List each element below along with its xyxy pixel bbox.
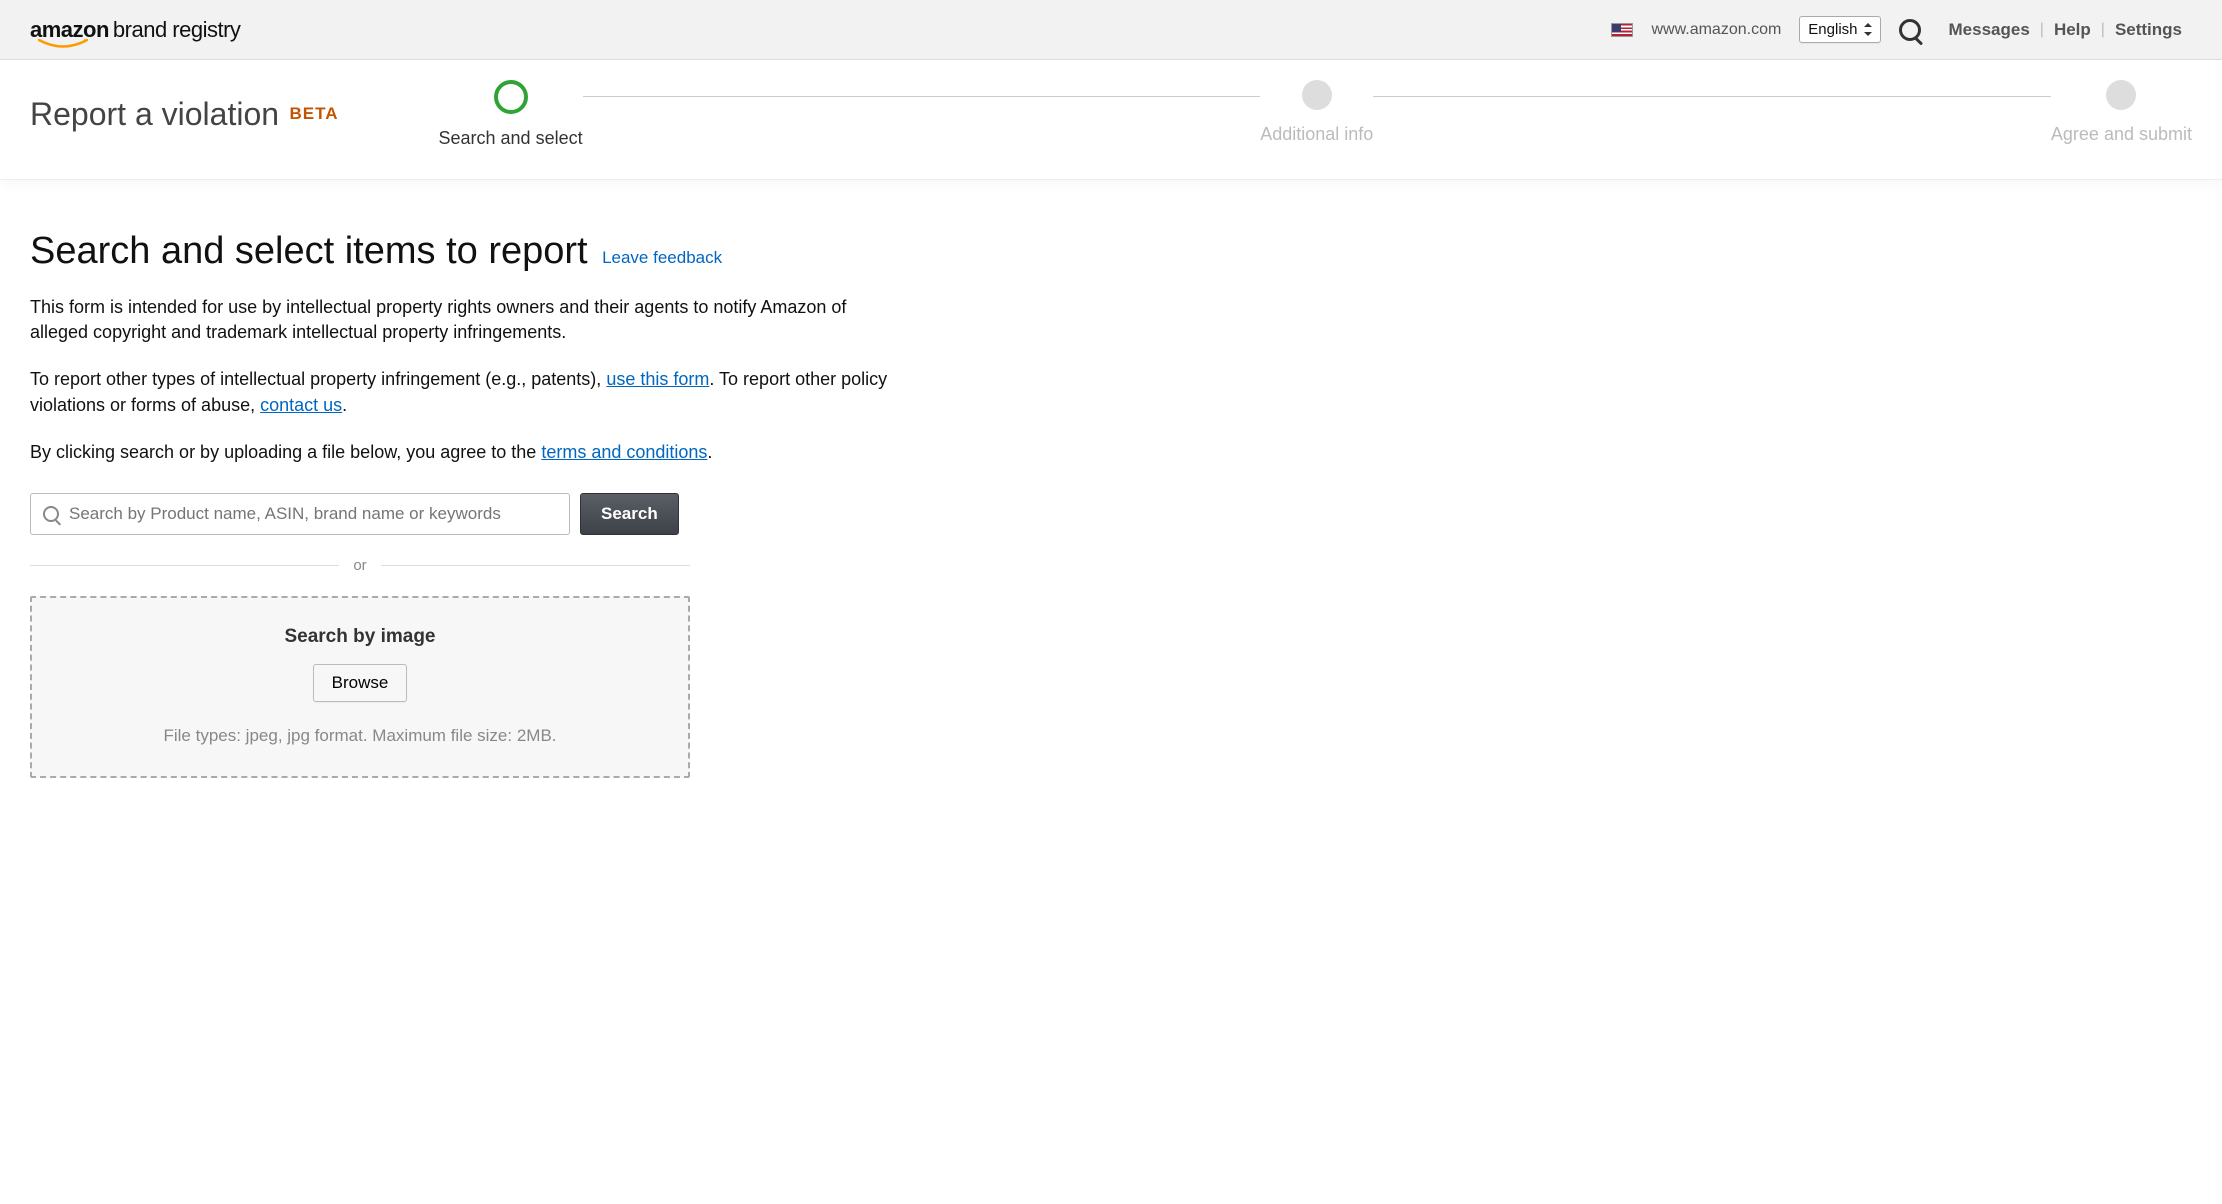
logo-secondary: brand registry bbox=[113, 17, 241, 43]
step-connector bbox=[1373, 96, 2051, 97]
brand-registry-logo[interactable]: amazon brand registry bbox=[30, 17, 240, 43]
step-label: Additional info bbox=[1260, 124, 1373, 145]
or-divider: or bbox=[30, 557, 690, 574]
search-field-wrapper bbox=[30, 493, 570, 535]
search-button[interactable]: Search bbox=[580, 493, 679, 535]
step-search-select: Search and select bbox=[439, 80, 583, 149]
dropzone-hint: File types: jpeg, jpg format. Maximum fi… bbox=[52, 726, 668, 746]
search-row: Search bbox=[30, 493, 970, 535]
text-fragment: To report other types of intellectual pr… bbox=[30, 369, 606, 389]
image-upload-dropzone[interactable]: Search by image Browse File types: jpeg,… bbox=[30, 596, 690, 778]
leave-feedback-link[interactable]: Leave feedback bbox=[602, 248, 722, 267]
nav-settings[interactable]: Settings bbox=[2105, 20, 2192, 40]
logo-primary: amazon bbox=[30, 17, 109, 43]
text-fragment: By clicking search or by uploading a fil… bbox=[30, 442, 541, 462]
other-infringement-paragraph: To report other types of intellectual pr… bbox=[30, 367, 890, 417]
us-flag-icon bbox=[1611, 23, 1633, 37]
step-indicator-icon bbox=[1302, 80, 1332, 110]
step-connector bbox=[583, 96, 1261, 97]
step-indicator-icon bbox=[2106, 80, 2136, 110]
divider-line bbox=[381, 565, 690, 566]
main-heading: Search and select items to report bbox=[30, 230, 588, 272]
divider-line bbox=[30, 565, 339, 566]
magnifier-icon bbox=[43, 506, 59, 522]
use-this-form-link[interactable]: use this form bbox=[606, 369, 709, 389]
global-header: amazon brand registry www.amazon.com Eng… bbox=[0, 0, 2222, 60]
contact-us-link[interactable]: contact us bbox=[260, 395, 342, 415]
text-fragment: . bbox=[707, 442, 712, 462]
nav-messages[interactable]: Messages bbox=[1939, 20, 2040, 40]
amazon-smile-icon bbox=[38, 39, 88, 49]
main-content: Search and select items to report Leave … bbox=[0, 180, 1000, 828]
progress-stepper: Search and select Additional info Agree … bbox=[439, 80, 2193, 149]
search-input[interactable] bbox=[69, 504, 557, 524]
terms-link[interactable]: terms and conditions bbox=[541, 442, 707, 462]
page-title: Report a violation bbox=[30, 96, 279, 132]
step-additional-info: Additional info bbox=[1260, 80, 1373, 145]
dropzone-title: Search by image bbox=[52, 626, 668, 648]
step-indicator-icon bbox=[494, 80, 528, 114]
text-fragment: . bbox=[342, 395, 347, 415]
terms-paragraph: By clicking search or by uploading a fil… bbox=[30, 440, 890, 465]
browse-button[interactable]: Browse bbox=[313, 664, 408, 702]
beta-badge: BETA bbox=[289, 104, 338, 123]
step-label: Search and select bbox=[439, 128, 583, 149]
subheader: Report a violation BETA Search and selec… bbox=[0, 60, 2222, 180]
step-label: Agree and submit bbox=[2051, 124, 2192, 145]
heading-row: Search and select items to report Leave … bbox=[30, 230, 970, 273]
language-select[interactable]: English bbox=[1799, 16, 1880, 43]
or-label: or bbox=[339, 557, 380, 574]
intro-paragraph: This form is intended for use by intelle… bbox=[30, 295, 890, 345]
nav-help[interactable]: Help bbox=[2044, 20, 2101, 40]
step-agree-submit: Agree and submit bbox=[2051, 80, 2192, 145]
header-nav: Messages | Help | Settings bbox=[1939, 20, 2193, 40]
page-title-wrap: Report a violation BETA bbox=[30, 96, 339, 133]
search-icon[interactable] bbox=[1899, 19, 1921, 41]
marketplace-domain: www.amazon.com bbox=[1651, 21, 1781, 39]
language-value: English bbox=[1808, 21, 1857, 38]
